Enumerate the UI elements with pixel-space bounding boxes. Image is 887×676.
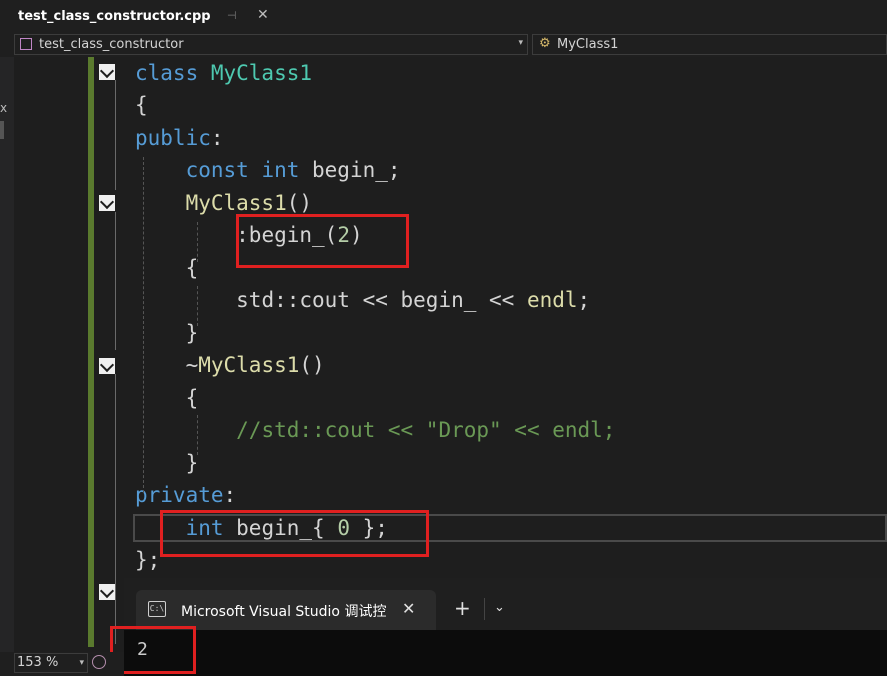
chevron-down-icon[interactable]: ⌄ [494,600,505,615]
indent-guide [197,286,198,326]
code-line[interactable]: } [135,447,199,479]
debug-console: C:\ Microsoft Visual Studio 调试控 ✕ + ⌄ 2 [124,578,887,676]
zoom-level: 153 % [17,655,59,670]
close-icon[interactable]: x [0,101,7,115]
code-token: int [261,158,313,182]
indent-guide [143,157,144,493]
document-tab-title: test_class_constructor.cpp [18,9,211,24]
console-tab[interactable]: C:\ Microsoft Visual Studio 调试控 ✕ [136,590,436,630]
code-token: const [185,158,262,182]
indent-guide [197,222,198,262]
code-token: () [299,353,325,377]
chevron-down-icon: ▾ [79,658,84,668]
close-icon[interactable]: ✕ [402,599,415,618]
outlining-margin [94,57,124,652]
code-token: : [210,126,224,150]
code-token: ; [577,288,591,312]
pin-icon[interactable]: ⊣ [227,9,237,22]
code-token: std::cout << begin_ << [236,288,527,312]
code-line[interactable]: class MyClass1 [135,57,312,89]
editor-status-bar: 153 % ▾ [0,652,124,676]
class-icon: ⚙ [539,36,551,51]
code-token: MyClass1 [198,353,300,377]
code-editor[interactable]: class MyClass1 { public: const int begin_;… [124,57,887,577]
code-token: : [223,483,237,507]
collapse-icon[interactable] [99,584,115,600]
code-line[interactable]: public: [135,122,224,154]
highlight-box-initializer [236,214,409,268]
member-name: MyClass1 [557,37,619,52]
code-token: begin_; [312,158,401,182]
collapse-icon[interactable] [99,64,115,80]
editor-margin [14,57,93,652]
project-icon [20,38,32,50]
side-panel-strip: x [0,57,14,652]
code-line[interactable]: //std::cout << "Drop" << endl; [135,414,615,446]
outline-line [115,212,116,350]
code-token: endl [526,288,578,312]
code-line[interactable]: const int begin_; [135,154,401,186]
outline-line [115,80,116,190]
console-title: Microsoft Visual Studio 调试控 [181,604,387,620]
document-tab[interactable]: test_class_constructor.cpp ⊣ ✕ [10,3,274,32]
console-icon: C:\ [148,601,166,617]
code-token: { [135,93,148,117]
side-panel-handle[interactable] [0,121,4,139]
console-output-area[interactable]: 2 [124,630,887,676]
indent-guide [197,415,198,455]
highlight-box-member [160,510,429,557]
collapse-icon[interactable] [99,195,115,211]
code-line[interactable]: { [135,89,148,121]
collapse-icon[interactable] [99,358,115,374]
chevron-down-icon: ▾ [518,38,523,48]
code-token: () [286,191,313,215]
code-token: }; [135,548,161,572]
code-token: { [185,386,199,410]
close-tab-icon[interactable]: ✕ [257,7,269,23]
code-line[interactable]: }; [135,544,160,576]
project-name: test_class_constructor [39,37,184,52]
code-token: MyClass1 [210,61,313,85]
navigation-bar: test_class_constructor ▾ ⚙ MyClass1 [0,32,887,57]
code-token: class [135,61,211,85]
code-token: //std::cout << "Drop" << endl; [236,418,616,442]
code-line[interactable]: } [135,317,199,349]
code-line[interactable]: ~MyClass1() [135,349,325,381]
member-dropdown[interactable]: ⚙ MyClass1 [532,34,887,55]
zoom-dropdown[interactable]: 153 % ▾ [14,653,88,673]
code-token: public [135,126,211,150]
document-tab-bar: test_class_constructor.cpp ⊣ ✕ [0,0,887,32]
code-token: ~ [185,353,199,377]
code-line[interactable]: { [135,382,199,414]
project-dropdown[interactable]: test_class_constructor ▾ [14,34,528,55]
new-tab-icon[interactable]: + [454,596,471,620]
code-line[interactable]: private: [135,479,236,511]
code-token: MyClass1 [185,191,287,215]
intellicode-icon[interactable] [92,655,106,669]
code-line[interactable]: { [135,252,199,284]
outline-line [115,374,116,644]
separator [484,598,485,620]
code-token: private [135,483,224,507]
code-line[interactable]: std::cout << begin_ << endl; [135,284,590,316]
